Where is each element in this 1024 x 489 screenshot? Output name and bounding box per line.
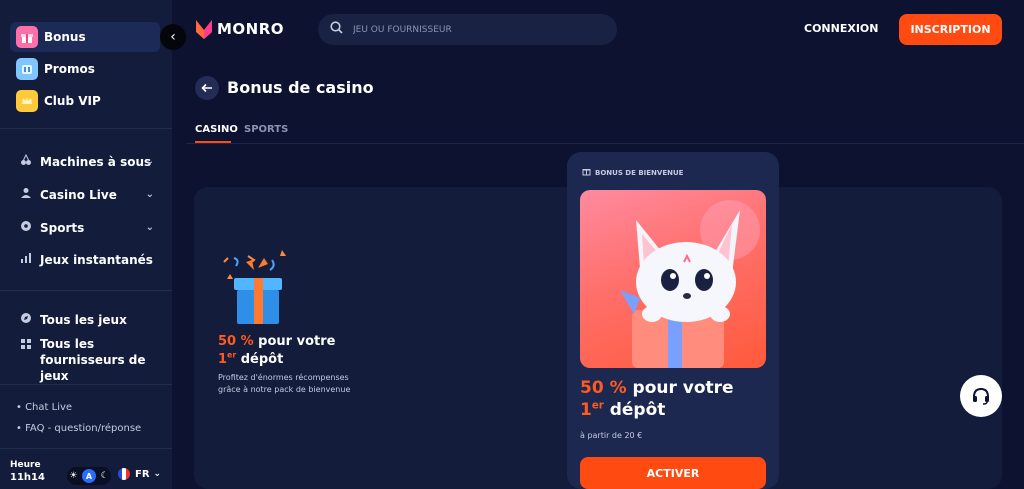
grid-icon: [18, 338, 34, 354]
sidebar-item-slots[interactable]: Machines à sous ⌄: [18, 153, 158, 169]
sidebar: Bonus Promos Club VIP Machines à sous ⌄ …: [0, 0, 172, 489]
bonus-percent: 50 %: [218, 334, 254, 349]
tab-casino[interactable]: CASINO: [195, 124, 238, 135]
bars-icon: [18, 252, 34, 267]
sidebar-item-label: Tous les fournisseurs de jeux: [40, 337, 146, 383]
sidebar-item-label: Bonus: [44, 30, 86, 44]
gift-box-icon: [223, 250, 286, 324]
sun-icon: ☀: [69, 471, 78, 481]
chat-live-label: Chat Live: [25, 402, 73, 413]
search-bar[interactable]: [318, 14, 617, 45]
login-button[interactable]: CONNEXION: [804, 22, 878, 35]
auto-theme-badge: A: [81, 469, 96, 483]
welcome-percent: 50 %: [580, 378, 627, 398]
search-input[interactable]: [353, 24, 593, 35]
bonus-title-mid: pour votre: [253, 334, 336, 349]
bonus-title-end: dépôt: [236, 352, 284, 367]
welcome-bonus-label: BONUS DE BIENVENUE: [582, 167, 683, 179]
sidebar-divider: [0, 384, 172, 385]
sidebar-item-label: Jeux instantanés: [40, 252, 153, 267]
headset-icon: [973, 387, 989, 405]
fox-mascot-illustration: [620, 200, 760, 368]
gift-outline-icon: [582, 167, 591, 179]
sidebar-item-label: Promos: [44, 62, 95, 76]
tabs-divider: [186, 143, 1024, 144]
sidebar-item-bonus[interactable]: Bonus: [10, 22, 160, 52]
moon-icon: ☾: [100, 471, 109, 481]
flag-fr-icon: [118, 468, 130, 480]
bonus-offer-title: 50 % pour votre 1er dépôt: [218, 333, 335, 369]
sidebar-item-casino-live[interactable]: Casino Live ⌄: [18, 187, 158, 202]
time-value: 11h14: [10, 472, 45, 483]
chevron-down-icon: ⌄: [153, 469, 162, 479]
sidebar-divider: [0, 290, 172, 291]
crown-icon: [16, 90, 38, 112]
sidebar-item-all-providers[interactable]: Tous les fournisseurs de jeux: [18, 336, 158, 384]
support-chat-button[interactable]: [960, 375, 1002, 417]
time-label: Heure: [10, 460, 41, 470]
ball-icon: [18, 220, 34, 235]
arrow-left-icon: [201, 83, 212, 93]
sidebar-item-all-games[interactable]: Tous les jeux: [18, 312, 158, 327]
sidebar-item-label: Club VIP: [44, 94, 101, 108]
brand-logo[interactable]: MONRO: [195, 18, 284, 40]
bonus-description: Profitez d'énormes récompenses grâce à n…: [218, 373, 351, 394]
sidebar-divider: [0, 128, 172, 129]
sidebar-item-club-vip[interactable]: Club VIP: [10, 86, 160, 116]
welcome-ordinal-suffix: er: [591, 400, 604, 412]
tab-sports[interactable]: SPORTS: [244, 124, 288, 135]
welcome-bonus-title: 50 % pour votre 1er dépôt: [580, 377, 734, 421]
theme-toggle[interactable]: ☀ A ☾: [67, 467, 111, 485]
chevron-down-icon[interactable]: ⌄: [146, 222, 154, 233]
monro-logo-icon: [196, 20, 212, 39]
search-icon: [330, 21, 343, 38]
welcome-ordinal: 1: [580, 400, 592, 420]
collapse-sidebar-button[interactable]: ‹: [160, 24, 186, 50]
compass-icon: [18, 312, 34, 327]
cherry-icon: [18, 153, 34, 169]
promo-icon: [16, 58, 38, 80]
sidebar-item-promos[interactable]: Promos: [10, 54, 160, 84]
bonus-ordinal-suffix: er: [227, 350, 237, 360]
sidebar-item-label: Sports: [40, 220, 85, 235]
faq-label: FAQ - question/réponse: [25, 423, 142, 434]
welcome-title-mid: pour votre: [626, 378, 734, 398]
language-label: FR: [135, 468, 150, 480]
sidebar-item-sports[interactable]: Sports ⌄: [18, 220, 158, 235]
language-selector[interactable]: FR ⌄: [118, 468, 161, 480]
signup-button[interactable]: INSCRIPTION: [899, 14, 1002, 45]
chevron-down-icon[interactable]: ⌄: [146, 189, 154, 200]
sidebar-item-label: Casino Live: [40, 187, 117, 202]
faq-link[interactable]: • FAQ - question/réponse: [16, 423, 141, 434]
sidebar-divider: [0, 448, 172, 449]
chevron-down-icon[interactable]: ⌄: [146, 156, 154, 167]
gift-icon: [16, 26, 38, 48]
sidebar-item-label: Tous les jeux: [40, 312, 127, 327]
bonus-ordinal: 1: [218, 352, 228, 367]
activate-button[interactable]: ACTIVER: [580, 457, 766, 489]
sidebar-item-label: Machines à sous: [40, 154, 152, 169]
minimum-deposit: à partir de 20 €: [580, 431, 643, 440]
page-title: Bonus de casino: [227, 78, 374, 97]
welcome-label-text: BONUS DE BIENVENUE: [595, 169, 684, 177]
back-button[interactable]: [195, 76, 219, 100]
brand-name: MONRO: [217, 20, 285, 38]
sidebar-item-instant-games[interactable]: Jeux instantanés: [18, 252, 158, 267]
welcome-bonus-image: [580, 190, 766, 368]
welcome-title-end: dépôt: [603, 400, 666, 420]
dealer-icon: [18, 187, 34, 202]
chat-live-link[interactable]: • Chat Live: [16, 402, 72, 413]
